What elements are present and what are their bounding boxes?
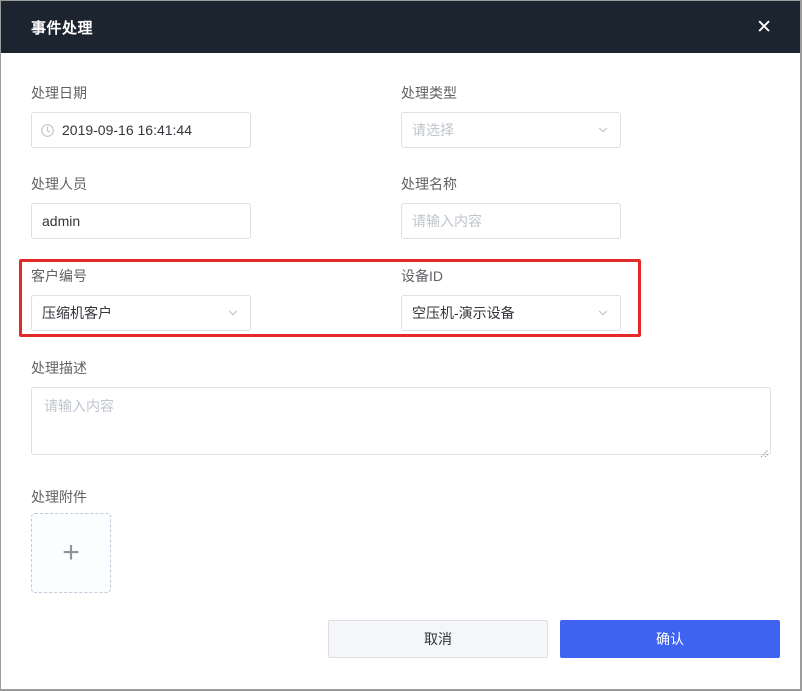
process-type-select[interactable]: 请选择 <box>401 112 621 148</box>
process-person-label: 处理人员 <box>31 176 87 192</box>
cancel-button[interactable]: 取消 <box>328 620 548 658</box>
clock-icon <box>40 123 55 138</box>
field-device-id: 设备ID 空压机-演示设备 <box>401 267 621 331</box>
process-date-input[interactable] <box>31 112 251 148</box>
process-name-label: 处理名称 <box>401 176 457 192</box>
process-date-label: 处理日期 <box>31 85 87 101</box>
confirm-button[interactable]: 确认 <box>560 620 780 658</box>
device-id-select[interactable]: 空压机-演示设备 <box>401 295 621 331</box>
customer-number-label: 客户编号 <box>31 268 87 284</box>
form-row-1: 处理日期 处理类型 请选择 <box>31 84 770 148</box>
field-process-person: 处理人员 <box>31 175 251 239</box>
process-name-input[interactable] <box>401 203 621 239</box>
dialog-title: 事件处理 <box>31 19 94 37</box>
attachment-upload-button[interactable]: + <box>31 513 111 593</box>
process-type-label: 处理类型 <box>401 85 457 101</box>
customer-number-select[interactable]: 压缩机客户 <box>31 295 251 331</box>
process-date-value[interactable] <box>62 122 240 138</box>
resize-handle-icon[interactable] <box>759 445 769 458</box>
dialog-header: 事件处理 ✕ <box>1 1 800 53</box>
plus-icon: + <box>62 536 80 569</box>
device-id-label: 设备ID <box>401 268 443 284</box>
process-name-value[interactable] <box>412 213 610 229</box>
field-process-type: 处理类型 请选择 <box>401 84 621 148</box>
chevron-down-icon <box>596 123 610 137</box>
device-id-value: 空压机-演示设备 <box>412 305 515 321</box>
field-process-date: 处理日期 <box>31 84 251 148</box>
process-attachment-label: 处理附件 <box>31 489 87 505</box>
field-process-name: 处理名称 <box>401 175 621 239</box>
field-process-description: 处理描述 <box>31 359 771 460</box>
chevron-down-icon <box>596 306 610 320</box>
field-process-attachment: 处理附件 + <box>31 488 770 593</box>
form-row-3: 客户编号 压缩机客户 设备ID 空压机-演示设备 <box>19 259 770 337</box>
field-customer-number: 客户编号 压缩机客户 <box>31 267 251 331</box>
process-person-input[interactable] <box>31 203 251 239</box>
event-handling-dialog: 事件处理 ✕ 处理日期 处理类型 <box>0 0 802 691</box>
process-description-label: 处理描述 <box>31 360 87 376</box>
dialog-footer: 取消 确认 <box>328 620 780 658</box>
form-row-2: 处理人员 处理名称 <box>31 175 770 239</box>
process-type-placeholder: 请选择 <box>412 122 454 138</box>
customer-number-value: 压缩机客户 <box>42 305 112 321</box>
process-person-value[interactable] <box>42 213 240 229</box>
close-icon[interactable]: ✕ <box>750 14 778 41</box>
process-description-textarea[interactable] <box>31 387 771 455</box>
chevron-down-icon <box>226 306 240 320</box>
dialog-body: 处理日期 处理类型 请选择 <box>1 53 800 593</box>
